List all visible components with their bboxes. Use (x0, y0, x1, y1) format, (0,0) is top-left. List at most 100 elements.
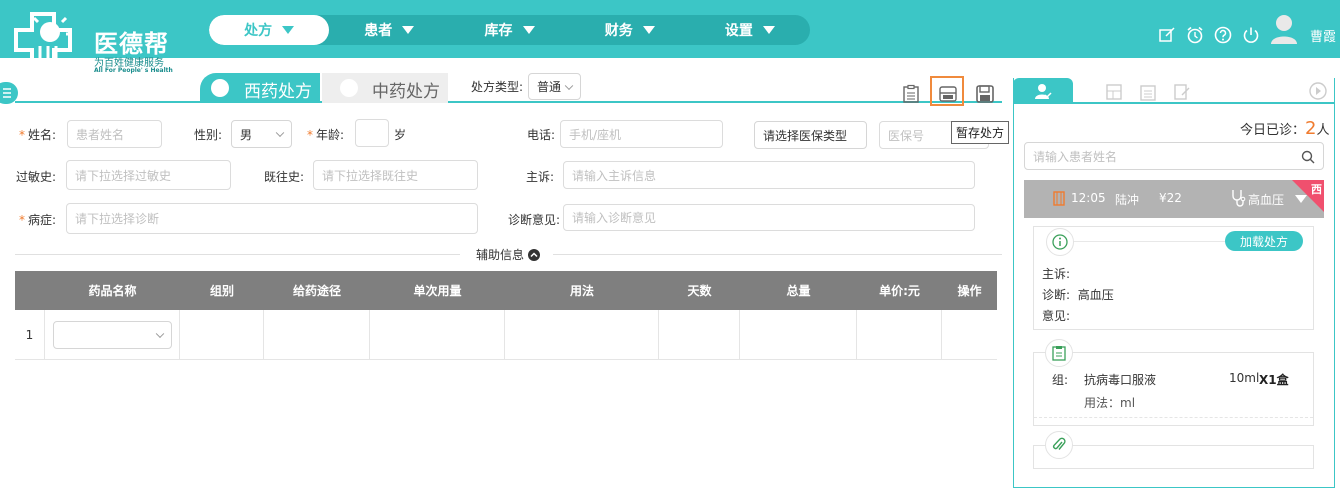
table-row: 1 (15, 310, 997, 360)
patient-record-bar[interactable]: 12:05 陆冲 ¥22 高血压 西 (1024, 180, 1324, 218)
brand-logo[interactable]: 医德帮 为百姓健康服务 All For People' s Health (14, 6, 184, 78)
user-name[interactable]: 曹霞 (1310, 26, 1336, 45)
history-tabs (1013, 78, 1335, 104)
th-days: 天数 (687, 284, 712, 298)
group-cell[interactable] (180, 310, 264, 360)
today-number: 2 (1305, 118, 1317, 139)
disease-input[interactable]: 请下拉选择诊断 (66, 203, 478, 234)
complaint-input[interactable]: 请输入主诉信息 (563, 161, 975, 189)
main-nav: 处方 患者 库存 财务 设置 (209, 15, 810, 45)
tab-chinese-rx[interactable]: 中药处方 (322, 73, 448, 103)
diagnosis-label: 诊断: (1042, 288, 1071, 302)
usage-cell[interactable] (505, 310, 659, 360)
tab-underline (15, 101, 1002, 103)
rx-type-value: 普通 (537, 80, 562, 94)
price-cell (857, 310, 942, 360)
prescription-card: 组: 抗病毒口服液 10ml X1盒 用法：ml (1033, 352, 1314, 426)
label-text: 年龄: (316, 128, 345, 142)
nav-item-finance[interactable]: 财务 (570, 15, 690, 45)
caret-down-icon (642, 26, 655, 34)
save-icon[interactable] (975, 84, 995, 104)
search-icon[interactable] (1301, 150, 1315, 164)
chevron-down-icon (155, 329, 164, 339)
gender-select[interactable]: 男 (231, 120, 292, 148)
complaint-label: 主诉: (526, 170, 555, 184)
edit-icon[interactable] (1158, 26, 1176, 44)
th-drug-name: 药品名称 (88, 284, 137, 298)
age-input[interactable] (355, 119, 389, 147)
visit-time: 12:05 (1071, 191, 1106, 205)
nav-label: 库存 (484, 23, 513, 39)
print-icon[interactable] (938, 84, 958, 104)
drug-name-cell (45, 310, 180, 360)
info-icon-wrap (1046, 228, 1074, 256)
caret-down-icon (402, 26, 415, 34)
days-cell[interactable] (659, 310, 740, 360)
diagnosis-value: 高血压 (1077, 288, 1114, 302)
total-cell[interactable] (740, 310, 857, 360)
age-unit: 岁 (394, 128, 407, 142)
calendar-icon (1053, 191, 1065, 206)
tab-patient-history[interactable] (1013, 78, 1073, 104)
gender-label: 性别: (194, 128, 223, 142)
history-input[interactable]: 请下拉选择既往史 (313, 160, 478, 190)
nav-item-inventory[interactable]: 库存 (449, 15, 569, 45)
th-action: 操作 (957, 284, 982, 298)
today-count: 今日已诊：2人 (1240, 118, 1329, 139)
power-icon[interactable] (1242, 26, 1260, 44)
template-icon[interactable] (1105, 83, 1123, 101)
allergy-input[interactable]: 请下拉选择过敏史 (66, 160, 231, 190)
visit-price: ¥22 (1159, 191, 1182, 205)
patient-search-input[interactable]: 请输入患者姓名 (1024, 142, 1324, 170)
gender-value: 男 (240, 127, 253, 142)
card-complaint: 主诉: (1042, 265, 1070, 282)
tab-western-rx[interactable]: 西药处方 (200, 73, 320, 103)
drug-usage: 用法：ml (1084, 396, 1136, 410)
opinion-input[interactable]: 请输入诊断意见 (563, 204, 975, 231)
load-prescription-button[interactable]: 加载处方 (1225, 231, 1303, 251)
alarm-icon[interactable] (1186, 26, 1204, 44)
drug-spec: 10ml (1229, 371, 1260, 385)
phone-label: 电话: (527, 128, 556, 142)
drug-quantity: X1盒 (1259, 373, 1289, 387)
search-placeholder: 请输入患者姓名 (1033, 149, 1118, 164)
chevron-down-icon (564, 81, 574, 90)
aux-info-toggle[interactable]: 辅助信息 (476, 246, 541, 263)
th-price: 单价:元 (879, 284, 920, 298)
info-icon (1052, 234, 1068, 250)
clipboard-icon[interactable] (901, 84, 921, 104)
insurance-type-select[interactable]: 请选择医保类型 (754, 121, 867, 149)
rx-type-select[interactable]: 普通 (528, 73, 581, 100)
user-avatar-icon[interactable] (1270, 14, 1298, 44)
tooltip-save-draft: 暂存处方 (951, 121, 1010, 144)
patient-name-input[interactable]: 患者姓名 (67, 120, 162, 148)
clipboard-icon[interactable] (1139, 83, 1157, 101)
help-icon[interactable] (1214, 26, 1232, 44)
required-mark: * (19, 213, 25, 227)
action-cell[interactable] (942, 310, 997, 360)
chevron-up-circle-icon (528, 248, 541, 261)
required-mark: * (19, 128, 25, 142)
drug-name-select[interactable] (52, 321, 172, 349)
logo-mark-icon (14, 12, 72, 74)
nav-label: 设置 (724, 23, 753, 39)
attachment-icon-wrap (1045, 431, 1073, 459)
phone-input[interactable]: 手机/座机 (560, 120, 723, 148)
attachment-card (1033, 445, 1314, 469)
route-cell[interactable] (264, 310, 370, 360)
nav-label: 患者 (364, 23, 393, 39)
dose-cell[interactable] (370, 310, 505, 360)
tab-label: 西药处方 (244, 82, 312, 102)
brand-tagline: All For People' s Health (94, 67, 173, 74)
today-unit: 人 (1316, 123, 1330, 138)
nav-item-settings[interactable]: 设置 (690, 15, 810, 45)
nav-item-patients[interactable]: 患者 (329, 15, 449, 45)
required-mark: * (307, 128, 313, 142)
edit-list-icon[interactable] (1173, 83, 1191, 101)
th-route: 给药途径 (292, 284, 341, 298)
nav-item-prescription[interactable]: 处方 (209, 15, 330, 45)
label-text: 姓名: (28, 128, 57, 142)
play-next-icon[interactable] (1309, 82, 1327, 100)
rx-type-label: 处方类型: (471, 80, 524, 94)
chevron-down-icon (275, 128, 285, 138)
